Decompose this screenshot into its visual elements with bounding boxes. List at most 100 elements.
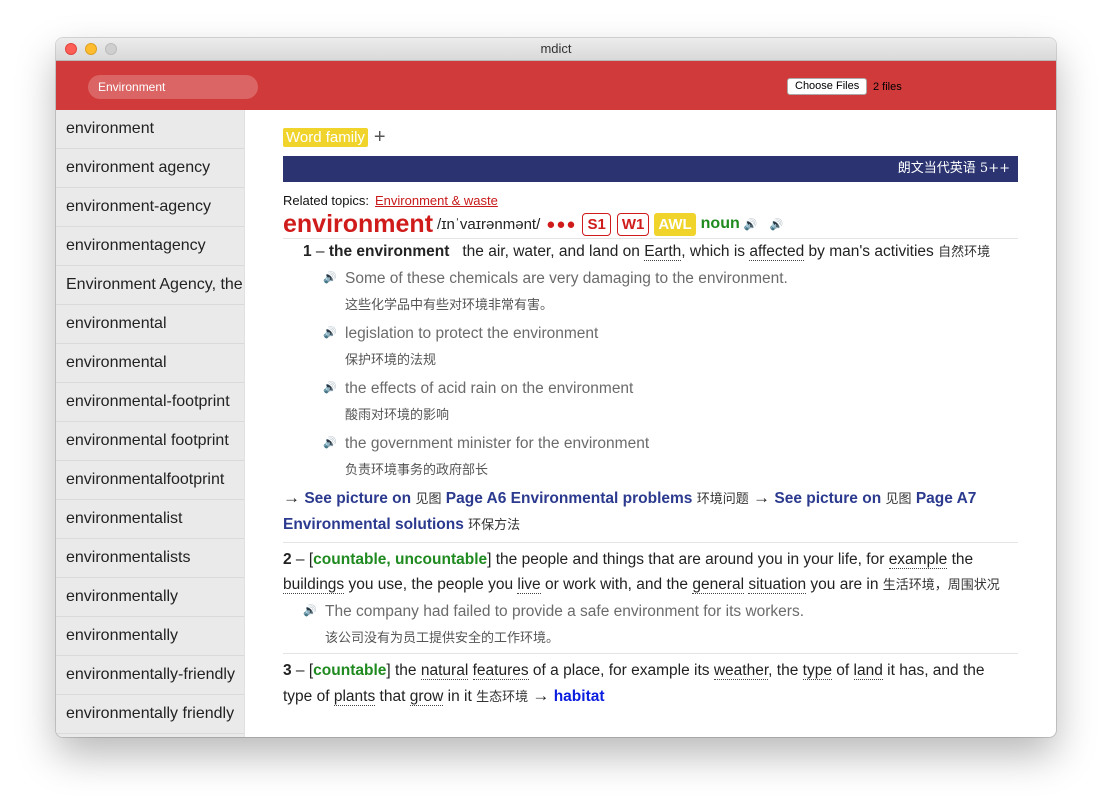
- definition-text: the: [395, 662, 417, 679]
- sense-3: 3 – [countable] the natural features of …: [283, 653, 1018, 710]
- word-list-item[interactable]: Environment Agency, the: [56, 266, 244, 305]
- definition-chinese: 生活环境，周围状况: [882, 578, 1000, 593]
- sense-2: 2 – [countable, uncountable] the people …: [283, 542, 1018, 653]
- definition-link-word[interactable]: grow: [409, 688, 444, 706]
- example: 🔊 Some of these chemicals are very damag…: [323, 265, 1018, 320]
- definition-link-word[interactable]: Earth: [644, 243, 682, 261]
- example-chinese: 该公司没有为员工提供安全的工作环境。: [325, 631, 560, 646]
- example-english: Some of these chemicals are very damagin…: [345, 270, 788, 287]
- definition-text: you use, the people you: [348, 576, 514, 593]
- word-list-item[interactable]: environmentally: [56, 578, 244, 617]
- british-audio-speaker-icon[interactable]: 🔊: [744, 218, 758, 231]
- definition-text: or work with, and the: [545, 576, 689, 593]
- word-list-item[interactable]: environmentalfootprint: [56, 461, 244, 500]
- definition-link-word[interactable]: land: [853, 662, 883, 680]
- word-list-item[interactable]: environmental footprint: [56, 422, 244, 461]
- sense-number: 2: [283, 551, 292, 568]
- example-audio-speaker-icon[interactable]: 🔊: [323, 375, 337, 402]
- arrow-right-icon: →: [532, 686, 550, 705]
- definition-link-word[interactable]: example: [888, 551, 948, 569]
- arrow-right-icon: →: [753, 488, 771, 507]
- definition-link-word[interactable]: buildings: [283, 576, 345, 594]
- xref-chinese: 环境问题: [696, 492, 749, 507]
- word-list-item[interactable]: environmentagency: [56, 227, 244, 266]
- word-list-item[interactable]: environmental: [56, 305, 244, 344]
- headword-line: environment /ɪnˈvaɪrənmənt/ ●●● S1 W1 AW…: [283, 210, 1018, 238]
- example-english: legislation to protect the environment: [345, 325, 599, 342]
- word-list-item[interactable]: environmentally: [56, 617, 244, 656]
- definition-chinese: 自然环境: [938, 245, 991, 260]
- choose-files-button[interactable]: Choose Files: [787, 78, 868, 95]
- example-audio-speaker-icon[interactable]: 🔊: [303, 598, 317, 625]
- zoom-window-button[interactable]: [105, 43, 117, 55]
- toolbar: Environment Choose Files 2 files: [56, 61, 1056, 110]
- american-audio-speaker-icon[interactable]: 🔊: [769, 218, 783, 231]
- word-list-item[interactable]: environment-agency: [56, 188, 244, 227]
- word-list-item[interactable]: environmentally-friendly: [56, 656, 244, 695]
- definition-link-word[interactable]: live: [517, 576, 541, 594]
- picture-cross-reference: → See picture on 见图 Page A6 Environmenta…: [283, 485, 1018, 538]
- app-window: mdict Environment Choose Files 2 files e…: [56, 38, 1056, 737]
- dictionary-banner: 朗文当代英语 5++: [283, 156, 1018, 182]
- sense-1: 1 – the environment the air, water, and …: [283, 238, 1018, 538]
- xref-link[interactable]: See picture on: [774, 490, 881, 507]
- example-chinese: 保护环境的法规: [345, 353, 437, 368]
- definition-text: in it: [447, 688, 472, 705]
- definition-chinese: 生态环境: [476, 690, 529, 705]
- entry-content: Word family + 朗文当代英语 5++ Related topics:…: [245, 110, 1056, 737]
- search-input[interactable]: Environment: [88, 75, 258, 99]
- definition-link-word[interactable]: plants: [333, 688, 376, 706]
- arrow-right-icon: →: [283, 488, 300, 507]
- word-list-item[interactable]: environmentalists: [56, 539, 244, 578]
- frequency-dots: ●●●: [546, 215, 577, 233]
- word-list-item[interactable]: environmental-footprint: [56, 383, 244, 422]
- related-topics-label: Related topics:: [283, 193, 369, 208]
- definition-link-word[interactable]: natural: [420, 662, 469, 680]
- definition-text: , which is: [681, 243, 746, 260]
- word-list-item[interactable]: environment: [56, 110, 244, 149]
- example: 🔊 the government minister for the enviro…: [323, 430, 1018, 485]
- example-chinese: 负责环境事务的政府部长: [345, 463, 489, 478]
- see-also-link[interactable]: habitat: [554, 688, 605, 705]
- pronunciation: /ɪnˈvaɪrənmənt/: [437, 215, 541, 233]
- grammar-label: countable, uncountable: [313, 551, 488, 568]
- definition-link-word[interactable]: features: [472, 662, 529, 680]
- signpost: the environment: [328, 243, 450, 260]
- grammar-label: countable: [313, 662, 387, 679]
- definition-text: that: [379, 688, 406, 705]
- headword: environment: [283, 209, 434, 238]
- word-list-item[interactable]: environmentalist: [56, 500, 244, 539]
- word-family-button[interactable]: Word family: [283, 127, 368, 147]
- definition-link-word[interactable]: situation: [748, 576, 807, 594]
- definition-text: of a place, for example its: [532, 662, 710, 679]
- xref-link[interactable]: Page A6 Environmental problems: [446, 490, 693, 507]
- expand-plus-icon[interactable]: +: [374, 127, 386, 147]
- related-topic-link[interactable]: Environment & waste: [375, 193, 498, 208]
- example: 🔊 The company had failed to provide a sa…: [303, 598, 1018, 653]
- word-list-item[interactable]: environmental: [56, 344, 244, 383]
- definition-text: of: [836, 662, 850, 679]
- minimize-window-button[interactable]: [85, 43, 97, 55]
- close-window-button[interactable]: [65, 43, 77, 55]
- sense-number: 3: [283, 662, 292, 679]
- example-audio-speaker-icon[interactable]: 🔊: [323, 430, 337, 457]
- example-audio-speaker-icon[interactable]: 🔊: [323, 265, 337, 292]
- example-chinese: 酸雨对环境的影响: [345, 408, 450, 423]
- xref-chinese: 环保方法: [468, 518, 521, 533]
- definition-text: you are in: [810, 576, 879, 593]
- xref-chinese: 见图: [885, 492, 912, 507]
- definition-text: the people and things that are around yo…: [495, 551, 885, 568]
- definition-link-word[interactable]: type: [802, 662, 832, 680]
- definition-link-word[interactable]: affected: [749, 243, 805, 261]
- xref-link[interactable]: See picture on: [304, 490, 411, 507]
- example-audio-speaker-icon[interactable]: 🔊: [323, 320, 337, 347]
- word-list-sidebar: environment environment agency environme…: [56, 110, 245, 737]
- definition-link-word[interactable]: weather: [713, 662, 769, 680]
- definition-link-word[interactable]: general: [692, 576, 745, 594]
- example-chinese: 这些化学品中有些对环境非常有害。: [345, 298, 554, 313]
- sense-number: 1: [303, 243, 312, 260]
- example-english: the government minister for the environm…: [345, 435, 650, 452]
- spoken-frequency-badge: S1: [582, 212, 611, 236]
- word-list-item[interactable]: environmentally friendly: [56, 695, 244, 734]
- word-list-item[interactable]: environment agency: [56, 149, 244, 188]
